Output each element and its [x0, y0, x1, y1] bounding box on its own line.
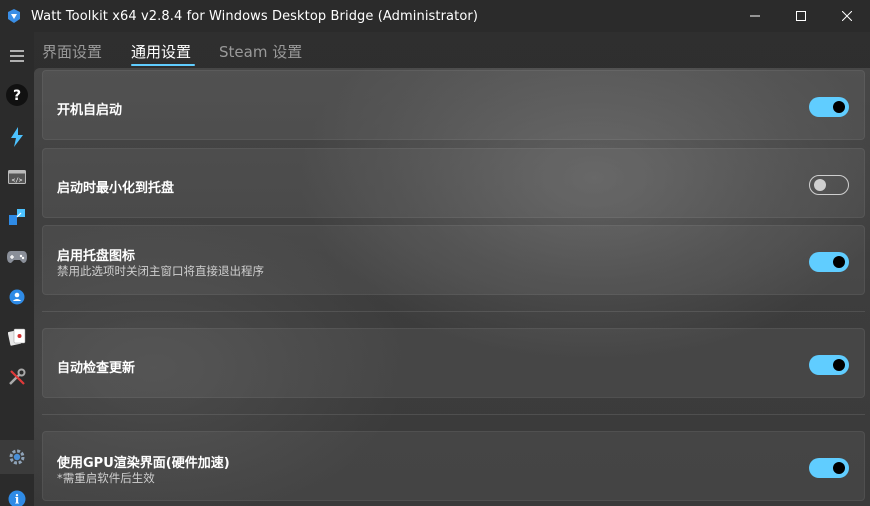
section-divider [42, 311, 865, 312]
app-window: Watt Toolkit x64 v2.8.4 for Windows Desk… [0, 0, 870, 506]
info-icon: i [8, 490, 26, 506]
maximize-icon [796, 11, 806, 21]
svg-text:?: ? [13, 88, 21, 104]
menu-icon [10, 50, 24, 62]
tools-icon [9, 368, 26, 385]
active-tab-indicator [131, 64, 195, 66]
minimize-button[interactable] [732, 0, 778, 32]
sidebar-item-account[interactable] [0, 280, 34, 314]
setting-subtitle: *需重启软件后生效 [57, 471, 155, 485]
close-button[interactable] [824, 0, 870, 32]
svg-text:i: i [15, 493, 20, 506]
toggle-knob [833, 101, 845, 113]
gpu-rendering-toggle[interactable] [809, 458, 849, 478]
app-logo-icon [6, 8, 22, 24]
minimize-to-tray-toggle[interactable] [809, 175, 849, 195]
sidebar-item-settings[interactable] [0, 440, 34, 474]
title-bar[interactable]: Watt Toolkit x64 v2.8.4 for Windows Desk… [0, 0, 870, 32]
help-icon: ? [6, 84, 28, 106]
sidebar-item-tools[interactable] [0, 200, 34, 234]
setting-card-minimize-to-tray: 启动时最小化到托盘 [42, 148, 865, 218]
lightning-icon [11, 127, 23, 147]
setting-title: 开机自启动 [57, 103, 123, 118]
maximize-button[interactable] [778, 0, 824, 32]
setting-card-autostart: 开机自启动 [42, 70, 865, 140]
setting-title: 启用托盘图标 [57, 249, 136, 264]
setting-title: 启动时最小化到托盘 [57, 181, 175, 196]
sidebar-item-games[interactable] [0, 240, 34, 274]
user-shield-icon [9, 289, 25, 305]
setting-title: 使用GPU渲染界面(硬件加速) [57, 456, 230, 471]
settings-tab-bar: 界面设置 通用设置 Steam 设置 [34, 32, 870, 68]
sidebar-item-accelerator[interactable] [0, 120, 34, 154]
toggle-knob [814, 179, 826, 191]
sidebar: ? </> i [0, 32, 34, 506]
toggle-knob [833, 359, 845, 371]
sidebar-item-utilities[interactable] [0, 360, 34, 394]
tab-general-settings[interactable]: 通用设置 [131, 41, 191, 62]
settings-gear-icon [9, 449, 25, 465]
section-divider [42, 414, 865, 415]
setting-title: 自动检查更新 [57, 361, 136, 376]
toggle-knob [833, 462, 845, 474]
tab-ui-settings[interactable]: 界面设置 [42, 41, 102, 62]
autostart-toggle[interactable] [809, 97, 849, 117]
close-icon [842, 11, 852, 21]
setting-card-tray-icon: 启用托盘图标 禁用此选项时关闭主窗口将直接退出程序 [42, 225, 865, 295]
setting-card-auto-update: 自动检查更新 [42, 328, 865, 398]
cards-icon [8, 328, 26, 346]
setting-card-gpu-rendering: 使用GPU渲染界面(硬件加速) *需重启软件后生效 [42, 431, 865, 501]
auto-update-toggle[interactable] [809, 355, 849, 375]
toggle-knob [833, 256, 845, 268]
tray-icon-toggle[interactable] [809, 252, 849, 272]
settings-content: 开机自启动 启动时最小化到托盘 启用托盘图标 禁用此选项时关闭主窗口将直接退出程… [34, 68, 870, 506]
puzzle-arrows-icon [9, 209, 25, 225]
window-title: Watt Toolkit x64 v2.8.4 for Windows Desk… [31, 8, 478, 24]
minimize-icon [750, 15, 760, 17]
svg-text:</>: </> [12, 177, 23, 184]
code-window-icon: </> [8, 170, 26, 184]
sidebar-item-about[interactable]: i [0, 482, 34, 506]
window-controls [732, 0, 870, 32]
sidebar-item-script[interactable]: </> [0, 160, 34, 194]
tab-steam-settings[interactable]: Steam 设置 [219, 41, 302, 62]
sidebar-item-help[interactable]: ? [0, 78, 34, 112]
setting-subtitle: 禁用此选项时关闭主窗口将直接退出程序 [57, 264, 264, 278]
sidebar-item-cards[interactable] [0, 320, 34, 354]
gamepad-icon [7, 251, 27, 263]
sidebar-menu-button[interactable] [0, 39, 34, 73]
